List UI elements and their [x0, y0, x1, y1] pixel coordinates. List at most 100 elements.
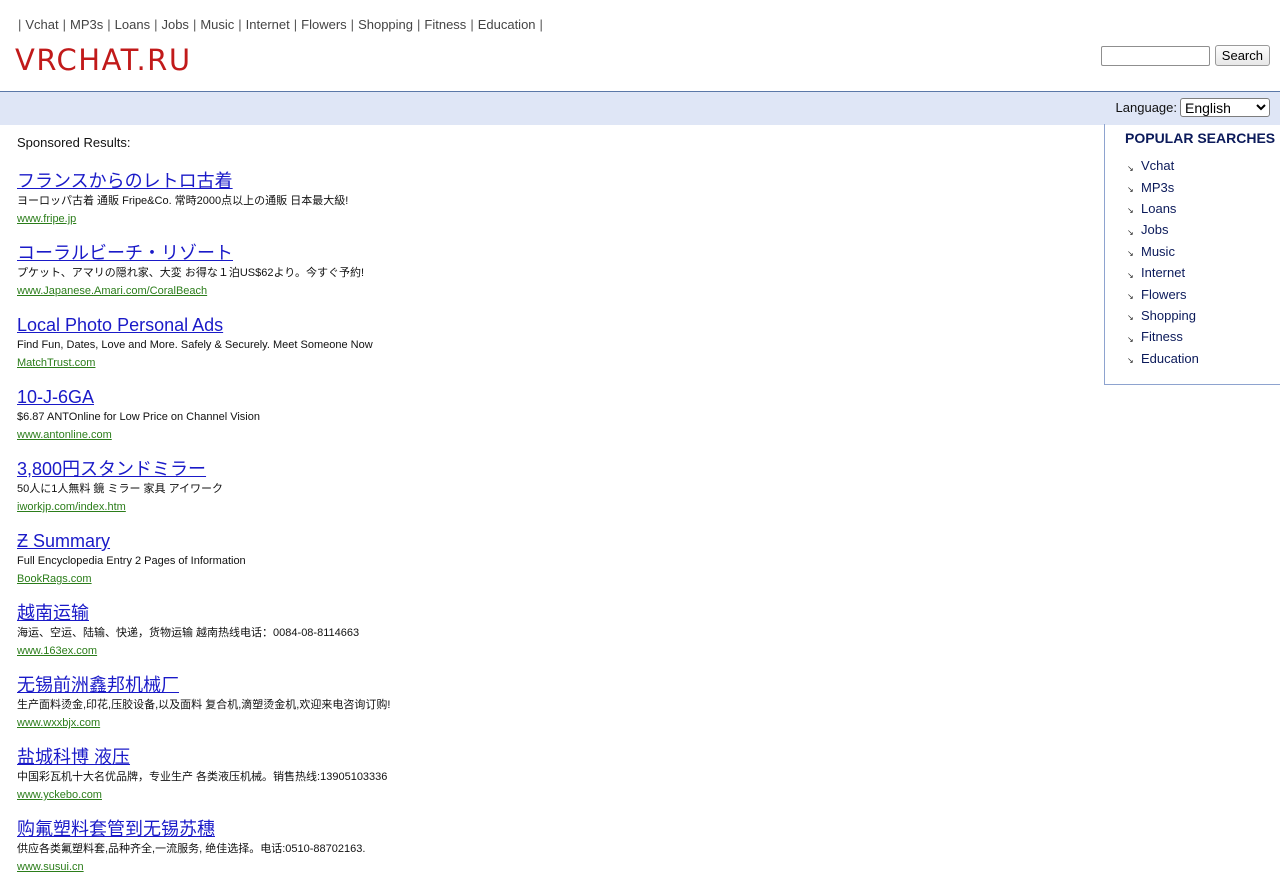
search-form: Search: [1100, 45, 1270, 66]
nav-separator: |: [470, 17, 474, 32]
popular-link-jobs[interactable]: Jobs: [1141, 222, 1168, 237]
nav-separator: |: [350, 17, 355, 32]
popular-item: ↘ MP3s: [1127, 176, 1199, 197]
result-title-link[interactable]: 越南运输: [17, 602, 89, 624]
arrow-down-right-icon: ↘: [1127, 163, 1134, 173]
popular-link-education[interactable]: Education: [1141, 351, 1199, 366]
result-url-link[interactable]: www.Japanese.Amari.com/CoralBeach: [17, 285, 207, 298]
nav-link-education[interactable]: Education: [478, 17, 536, 32]
result-title-link[interactable]: Local Photo Personal Ads: [17, 314, 223, 336]
result-item: Ƶ Summary Full Encyclopedia Entry 2 Page…: [17, 530, 1077, 587]
nav-separator: |: [238, 17, 242, 32]
result-url-link[interactable]: iworkjp.com/index.htm: [17, 501, 126, 514]
search-button[interactable]: Search: [1214, 45, 1270, 66]
arrow-down-right-icon: ↘: [1127, 185, 1134, 195]
result-description: 中国彩瓦机十大名优品牌，专业生产 各类液压机械。销售热线:13905103336: [17, 771, 388, 783]
arrow-down-right-icon: ↘: [1127, 227, 1134, 237]
popular-searches-panel: POPULAR SEARCHES ↘ Vchat ↘ MP3s ↘ Loans ↘ Jo…: [1104, 124, 1280, 385]
nav-separator: |: [154, 17, 158, 32]
arrow-down-right-icon: ↘: [1127, 270, 1134, 280]
result-description: 50人に1人無料 鏡 ミラー 家具 アイワーク: [17, 483, 224, 495]
nav-separator: |: [417, 17, 421, 32]
popular-item: ↘ Loans: [1127, 198, 1199, 219]
nav-link-shopping[interactable]: Shopping: [358, 17, 413, 32]
language-select[interactable]: English: [1180, 98, 1270, 117]
popular-item: ↘ Education: [1127, 348, 1199, 369]
result-url-link[interactable]: www.163ex.com: [17, 645, 97, 658]
result-item: 盐城科博 液压 中国彩瓦机十大名优品牌，专业生产 各类液压机械。销售热线:139…: [17, 746, 1077, 803]
nav-separator: |: [62, 17, 67, 32]
language-selector: Language: English: [1116, 98, 1270, 117]
results-list: フランスからのレトロ古着 ヨーロッパ古着 通販 Fripe&Co. 常時2000…: [17, 170, 1077, 890]
result-url-link[interactable]: www.antonline.com: [17, 429, 112, 442]
popular-item: ↘ Fitness: [1127, 326, 1199, 347]
popular-item: ↘ Flowers: [1127, 283, 1199, 304]
result-title-link[interactable]: フランスからのレトロ古着: [17, 170, 233, 192]
result-description: Full Encyclopedia Entry 2 Pages of Infor…: [17, 555, 246, 567]
result-item: 越南运输 海运、空运、陆输、快递，货物运输 越南热线电话：0084-08-811…: [17, 602, 1077, 659]
nav-separator: |: [107, 17, 111, 32]
result-item: 无锡前洲鑫邦机械厂 生产面料烫金,印花,压胶设备,以及面料 复合机,滴塑烫金机,…: [17, 674, 1077, 731]
popular-link-fitness[interactable]: Fitness: [1141, 329, 1183, 344]
language-bar: Language: English: [0, 91, 1280, 125]
result-description: 海运、空运、陆输、快递，货物运输 越南热线电话：0084-08-8114663: [17, 627, 360, 639]
nav-link-vchat[interactable]: Vchat: [25, 17, 58, 32]
nav-separator: |: [192, 17, 197, 32]
result-title-link[interactable]: Ƶ Summary: [17, 530, 110, 552]
arrow-down-right-icon: ↘: [1127, 249, 1134, 259]
result-title-link[interactable]: 3,800円スタンドミラー: [17, 458, 206, 480]
nav-link-loans[interactable]: Loans: [115, 17, 150, 32]
result-description: 生产面料烫金,印花,压胶设备,以及面料 复合机,滴塑烫金机,欢迎来电咨询订购!: [17, 699, 391, 711]
arrow-down-right-icon: ↘: [1127, 206, 1134, 216]
nav-separator: |: [293, 17, 298, 32]
popular-item: ↘ Jobs: [1127, 219, 1199, 240]
result-url-link[interactable]: www.yckebo.com: [17, 789, 102, 802]
popular-link-music[interactable]: Music: [1141, 244, 1175, 259]
result-item: 10-J-6GA $6.87 ANTOnline for Low Price o…: [17, 386, 1077, 443]
result-url-link[interactable]: MatchTrust.com: [17, 357, 95, 370]
site-logo[interactable]: VRCHAT.RU: [15, 43, 192, 77]
popular-item: ↘ Internet: [1127, 262, 1199, 283]
popular-link-internet[interactable]: Internet: [1141, 265, 1185, 280]
top-nav: | Vchat | MP3s | Loans | Jobs | Music | Internet | Fl…: [17, 17, 544, 32]
result-title-link[interactable]: 购氟塑料套管到无锡苏穗: [17, 818, 215, 840]
nav-link-internet[interactable]: Internet: [246, 17, 290, 32]
result-url-link[interactable]: www.fripe.jp: [17, 213, 76, 226]
popular-link-vchat[interactable]: Vchat: [1141, 158, 1174, 173]
popular-link-loans[interactable]: Loans: [1141, 201, 1176, 216]
result-description: $6.87 ANTOnline for Low Price on Channel…: [17, 411, 260, 423]
popular-link-shopping[interactable]: Shopping: [1141, 308, 1196, 323]
result-url-link[interactable]: www.susui.cn: [17, 861, 84, 874]
popular-item: ↘ Music: [1127, 241, 1199, 262]
search-input[interactable]: [1100, 45, 1210, 66]
popular-searches-heading: POPULAR SEARCHES: [1125, 130, 1276, 146]
result-url-link[interactable]: BookRags.com: [17, 573, 92, 586]
popular-searches-list: ↘ Vchat ↘ MP3s ↘ Loans ↘ Jobs ↘ Music ↘ Intern…: [1127, 155, 1199, 369]
arrow-down-right-icon: ↘: [1127, 356, 1134, 366]
result-url-link[interactable]: www.wxxbjx.com: [17, 717, 100, 730]
popular-item: ↘ Shopping: [1127, 305, 1199, 326]
popular-link-mp3s[interactable]: MP3s: [1141, 180, 1174, 195]
result-title-link[interactable]: 盐城科博 液压: [17, 746, 130, 768]
result-title-link[interactable]: 10-J-6GA: [17, 386, 94, 408]
result-description: 供应各类氟塑料套,品种齐全,一流服务, 绝佳选择。电话:0510-8870216…: [17, 843, 366, 855]
result-title-link[interactable]: コーラルビーチ・リゾート: [17, 242, 233, 264]
nav-link-jobs[interactable]: Jobs: [161, 17, 188, 32]
nav-link-mp3s[interactable]: MP3s: [70, 17, 103, 32]
nav-separator: |: [539, 17, 543, 32]
result-item: 3,800円スタンドミラー 50人に1人無料 鏡 ミラー 家具 アイワーク iw…: [17, 458, 1077, 515]
result-item: コーラルビーチ・リゾート プケット、アマリの隠れ家、大変 お得な１泊US$62よ…: [17, 242, 1077, 299]
popular-item: ↘ Vchat: [1127, 155, 1199, 176]
result-item: 购氟塑料套管到无锡苏穗 供应各类氟塑料套,品种齐全,一流服务, 绝佳选择。电话:…: [17, 818, 1077, 875]
result-item: Local Photo Personal Ads Find Fun, Dates…: [17, 314, 1077, 371]
result-description: Find Fun, Dates, Love and More. Safely &…: [17, 339, 373, 351]
nav-link-music[interactable]: Music: [200, 17, 234, 32]
arrow-down-right-icon: ↘: [1127, 334, 1134, 344]
result-item: フランスからのレトロ古着 ヨーロッパ古着 通販 Fripe&Co. 常時2000…: [17, 170, 1077, 227]
nav-link-fitness[interactable]: Fitness: [424, 17, 466, 32]
popular-link-flowers[interactable]: Flowers: [1141, 287, 1187, 302]
result-title-link[interactable]: 无锡前洲鑫邦机械厂: [17, 674, 179, 696]
result-description: ヨーロッパ古着 通販 Fripe&Co. 常時2000点以上の通販 日本最大級!: [17, 195, 349, 207]
arrow-down-right-icon: ↘: [1127, 313, 1134, 323]
nav-link-flowers[interactable]: Flowers: [301, 17, 347, 32]
